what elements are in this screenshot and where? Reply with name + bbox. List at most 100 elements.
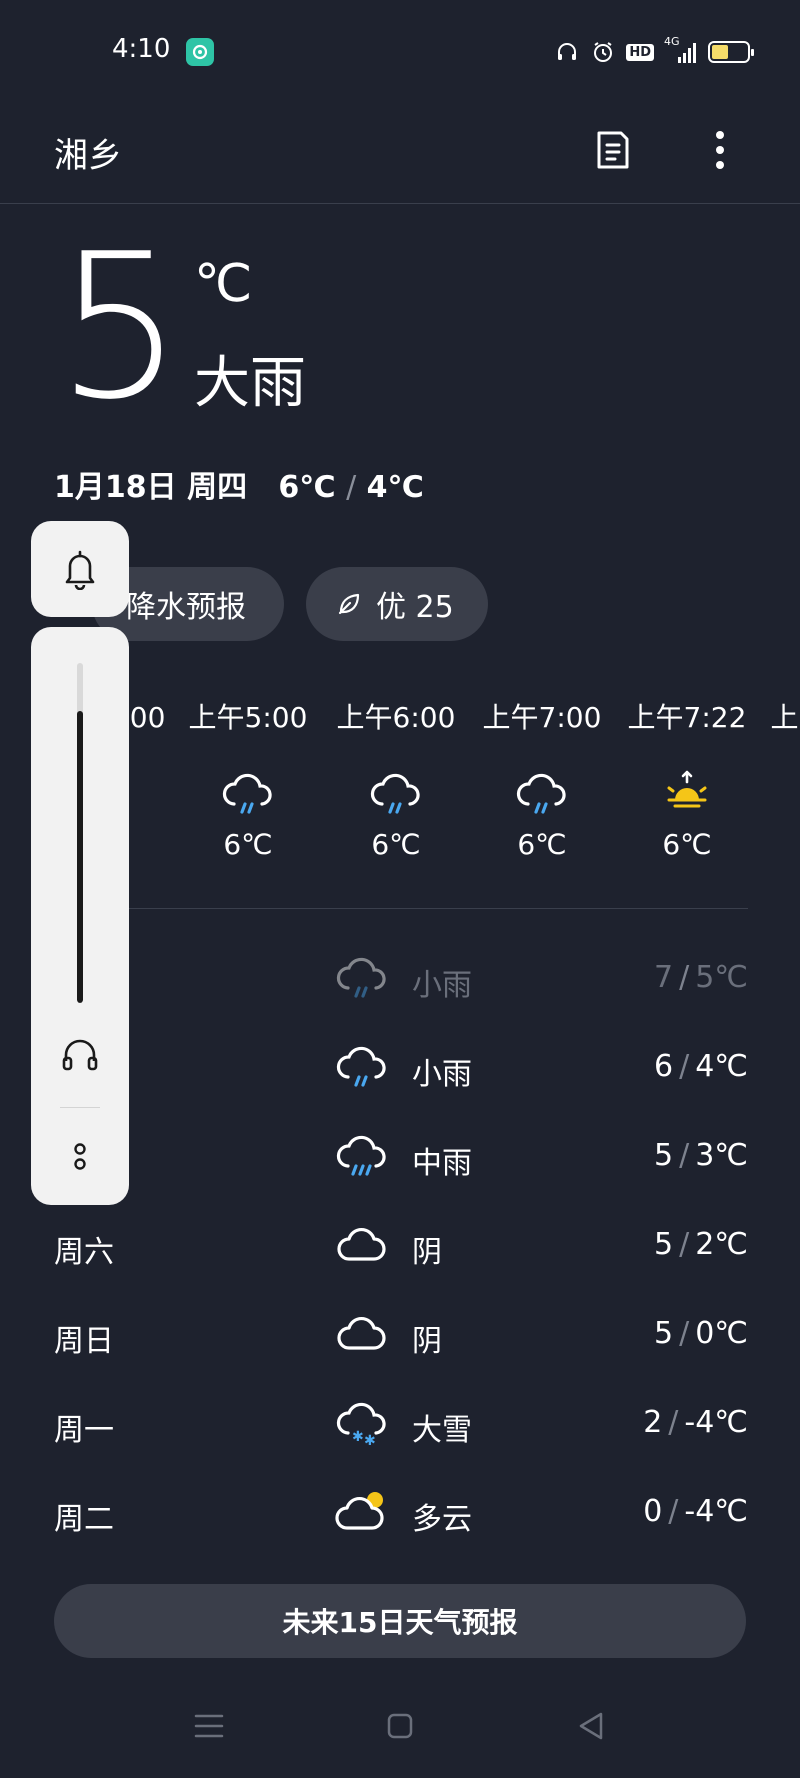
day-low: -4℃ [684,1405,748,1440]
current-condition: 大雨 [194,351,306,416]
hour-temp: 6℃ [371,828,421,861]
status-icons: HD 4G [554,35,754,66]
air-quality-chip[interactable]: 优 25 [306,567,488,641]
cloud-icon [334,1219,390,1269]
precip-chip-label: 降水预报 [126,590,246,625]
day-high: 2 [643,1405,663,1440]
bell-icon [60,548,100,590]
day-high: 6 [654,1049,674,1084]
battery-level [712,45,729,59]
snow-cloud-icon: ✱ ✱ [334,1397,390,1449]
15-day-forecast-button[interactable]: 未来15日天气预报 [54,1584,746,1658]
today-low: 4℃ [366,470,424,505]
range-separator: / [668,1405,679,1440]
volume-more-icon[interactable] [60,1137,100,1177]
day-temp-range: 6/4℃ [654,1049,748,1084]
day-condition: 中雨 [412,1146,472,1181]
header-divider [0,203,800,204]
volume-panel [31,627,129,1205]
day-condition: 小雨 [412,968,472,1003]
day-temp-range: 5/3℃ [654,1138,748,1173]
svg-text:✱: ✱ [364,1433,376,1447]
day-high: 5 [654,1227,674,1262]
daily-row[interactable]: 周二 多云 0/-4℃ [0,1482,800,1542]
partly-cloudy-icon [334,1486,390,1536]
day-temp-range: 5/0℃ [654,1316,748,1351]
rain-cloud-icon [368,768,424,818]
city-name[interactable]: 湘乡 [54,128,122,177]
sunrise-icon [659,768,715,818]
rain-cloud-icon [334,1041,390,1091]
rain-cloud-icon [514,768,570,818]
day-name: 周二 [54,1502,114,1537]
headset-icon [554,39,580,65]
hour-temp: 6℃ [517,828,567,861]
app-notification-icon [186,38,214,66]
hourly-item: 上午7:22 6℃ [617,696,757,861]
daily-row[interactable]: 周日 阴 5/0℃ [0,1304,800,1364]
day-low: 2℃ [695,1227,748,1262]
range-separator: / [346,470,357,505]
recent-apps-icon[interactable] [189,1706,229,1746]
cloud-icon [334,1308,390,1358]
battery-icon [708,41,754,63]
date-range-line: 1月18日 周四 6℃ / 4℃ [54,462,424,506]
hour-time: 上午5:00 [188,701,308,734]
status-time: 4:10 [112,34,171,64]
aqi-chip-label: 优 25 [376,590,454,625]
ringer-mode-button[interactable] [31,521,129,617]
hour-time: 上午7:00 [482,701,602,734]
city-list-icon[interactable] [589,126,637,174]
day-condition: 多云 [412,1502,472,1537]
day-high: 7 [654,960,674,995]
day-temp-range: 7/5℃ [654,960,748,995]
day-low: 4℃ [695,1049,748,1084]
back-icon[interactable] [571,1706,611,1746]
daily-row[interactable]: 周六 阴 5/2℃ [0,1215,800,1275]
hour-time: 上午6:00 [336,701,456,734]
hourly-item: 上午6:00 6℃ [326,696,466,861]
today-high: 6℃ [278,470,336,505]
rain-cloud-icon [334,1130,390,1180]
alarm-icon [590,39,616,65]
day-low: -4℃ [684,1494,748,1529]
range-separator: / [679,1316,690,1351]
temperature-unit: ℃ [194,254,253,314]
headset-volume-icon [60,1035,100,1075]
day-condition: 大雪 [412,1413,472,1448]
rain-cloud-icon [220,768,276,818]
day-high: 5 [654,1138,674,1173]
leaf-icon [336,591,362,617]
range-separator: / [679,960,690,995]
hourly-item: 上午8:00 [760,696,800,736]
day-temp-range: 0/-4℃ [643,1494,748,1529]
day-low: 5℃ [695,960,748,995]
signal-icon: 4G [664,35,698,65]
rain-cloud-icon [334,952,390,1002]
hour-temp: 6℃ [223,828,273,861]
current-temperature: 5 [56,211,184,444]
hourly-item: 上午7:00 6℃ [472,696,612,861]
network-type-label: 4G [664,35,680,48]
day-name: 周六 [54,1235,114,1270]
hd-voice-badge: HD [626,43,654,61]
current-date: 1月18日 周四 [54,470,248,505]
more-options-icon[interactable] [696,126,744,174]
volume-slider-fill [77,710,83,1003]
daily-row[interactable]: 周一 ✱ ✱ 大雪 2/-4℃ [0,1393,800,1453]
day-low: 3℃ [695,1138,748,1173]
day-name: 周日 [54,1324,114,1359]
hourly-item: 上午5:00 6℃ [178,696,318,861]
hourly-divider [54,908,748,909]
hour-time: 上午7:22 [627,701,747,734]
day-temp-range: 5/2℃ [654,1227,748,1262]
day-condition: 小雨 [412,1057,472,1092]
day-condition: 阴 [412,1235,442,1270]
svg-text:✱: ✱ [352,1429,364,1445]
day-condition: 阴 [412,1324,442,1359]
volume-slider[interactable] [77,663,83,1003]
range-separator: / [679,1227,690,1262]
day-name: 周一 [54,1413,114,1448]
range-separator: / [679,1138,690,1173]
home-icon[interactable] [380,1706,420,1746]
